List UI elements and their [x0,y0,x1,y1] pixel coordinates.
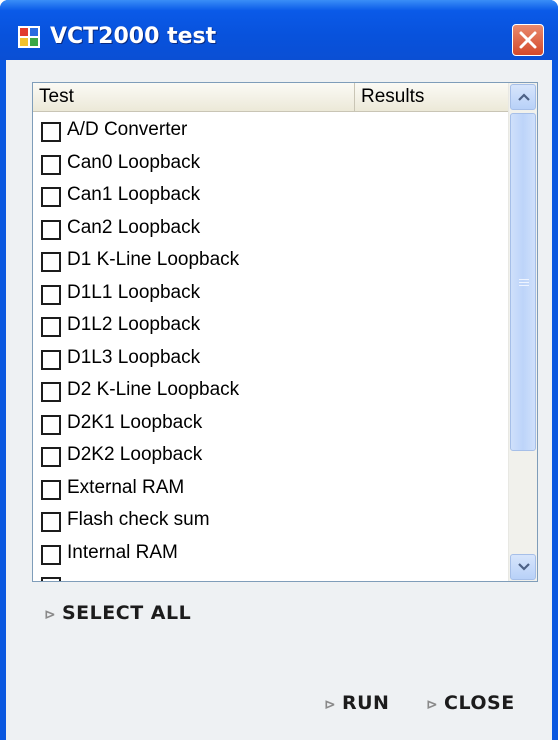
column-header-results[interactable]: Results [355,83,499,111]
list-item-label: D2K1 Loopback [67,411,203,433]
dialog-client-area: Test Results A/D Converter Can0 Loopback… [6,60,552,740]
test-checkbox[interactable] [41,154,61,175]
scroll-down-button[interactable] [510,554,536,580]
chevron-up-icon [518,93,530,101]
list-item[interactable]: Flash check sum [39,507,503,540]
list-item-label: A/D Converter [67,119,188,140]
select-all-label: SELECT ALL [62,602,192,624]
test-checkbox[interactable] [41,447,61,467]
list-item-label: D1L1 Loopback [67,281,201,303]
scroll-up-button[interactable] [510,84,536,110]
test-checkbox[interactable] [41,219,61,240]
list-item[interactable]: Internal RAM [39,540,503,573]
list-item[interactable]: D2K2 Loopback [39,442,503,475]
test-list[interactable]: Test Results A/D Converter Can0 Loopback… [32,82,538,582]
list-item-label: External RAM [67,476,185,498]
list-item-partial[interactable] [39,572,503,581]
list-item-label: D1 K-Line Loopback [67,249,240,270]
arrow-right-icon: ⊳ [426,697,439,713]
list-item[interactable]: Can2 Loopback [39,215,503,248]
scroll-thumb[interactable] [510,113,536,451]
list-item-label: Can0 Loopback [67,151,201,173]
arrow-right-icon: ⊳ [324,697,337,713]
list-item[interactable]: D1 K-Line Loopback [39,247,503,280]
vertical-scrollbar[interactable] [508,83,537,581]
dialog-window: VCT2000 test Test Results A/D Converter … [0,0,558,740]
list-item-label: D2K2 Loopback [67,444,203,465]
list-item[interactable]: D2K1 Loopback [39,410,503,443]
title-bar[interactable]: VCT2000 test [0,0,558,60]
chevron-down-icon [518,563,530,571]
window-title: VCT2000 test [50,24,217,49]
list-item[interactable]: D2 K-Line Loopback [39,377,503,410]
test-checkbox[interactable] [41,317,61,337]
select-all-button[interactable]: ⊳ SELECT ALL [44,602,191,624]
list-item[interactable]: D1L3 Loopback [39,345,503,378]
list-header: Test Results [33,83,509,112]
test-checkbox[interactable] [41,187,61,207]
arrow-right-icon: ⊳ [44,607,57,623]
column-header-test[interactable]: Test [33,83,355,111]
test-checkbox[interactable] [41,349,61,370]
test-checkbox[interactable] [41,284,61,305]
test-checkbox[interactable] [41,577,61,581]
list-item[interactable]: External RAM [39,475,503,508]
list-item-label: D2 K-Line Loopback [67,379,240,400]
list-item[interactable]: Can1 Loopback [39,182,503,215]
close-label: CLOSE [444,692,515,714]
test-checkbox[interactable] [41,252,61,272]
list-item[interactable]: D1L1 Loopback [39,280,503,313]
list-item-label: Can2 Loopback [67,216,201,238]
grip-icon [519,279,529,286]
list-rows: A/D Converter Can0 Loopback Can1 Loopbac… [39,117,503,581]
run-label: RUN [342,692,390,714]
test-checkbox[interactable] [41,479,61,500]
list-item[interactable]: D1L2 Loopback [39,312,503,345]
run-button[interactable]: ⊳ RUN [324,692,389,714]
list-item-label: Flash check sum [67,509,210,530]
test-checkbox[interactable] [41,544,61,565]
test-checkbox[interactable] [41,122,61,142]
close-button[interactable]: ⊳ CLOSE [426,692,515,714]
list-item[interactable]: Can0 Loopback [39,150,503,183]
app-window-icon [18,26,40,48]
close-window-button[interactable] [512,24,544,56]
test-checkbox[interactable] [41,512,61,532]
list-item-label: Internal RAM [67,541,178,563]
list-item-label: Can1 Loopback [67,184,201,205]
list-item-label: D1L2 Loopback [67,314,201,335]
test-checkbox[interactable] [41,382,61,402]
list-item-label: D1L3 Loopback [67,346,201,368]
list-item[interactable]: A/D Converter [39,117,503,150]
close-x-icon [519,31,537,49]
test-checkbox[interactable] [41,414,61,435]
